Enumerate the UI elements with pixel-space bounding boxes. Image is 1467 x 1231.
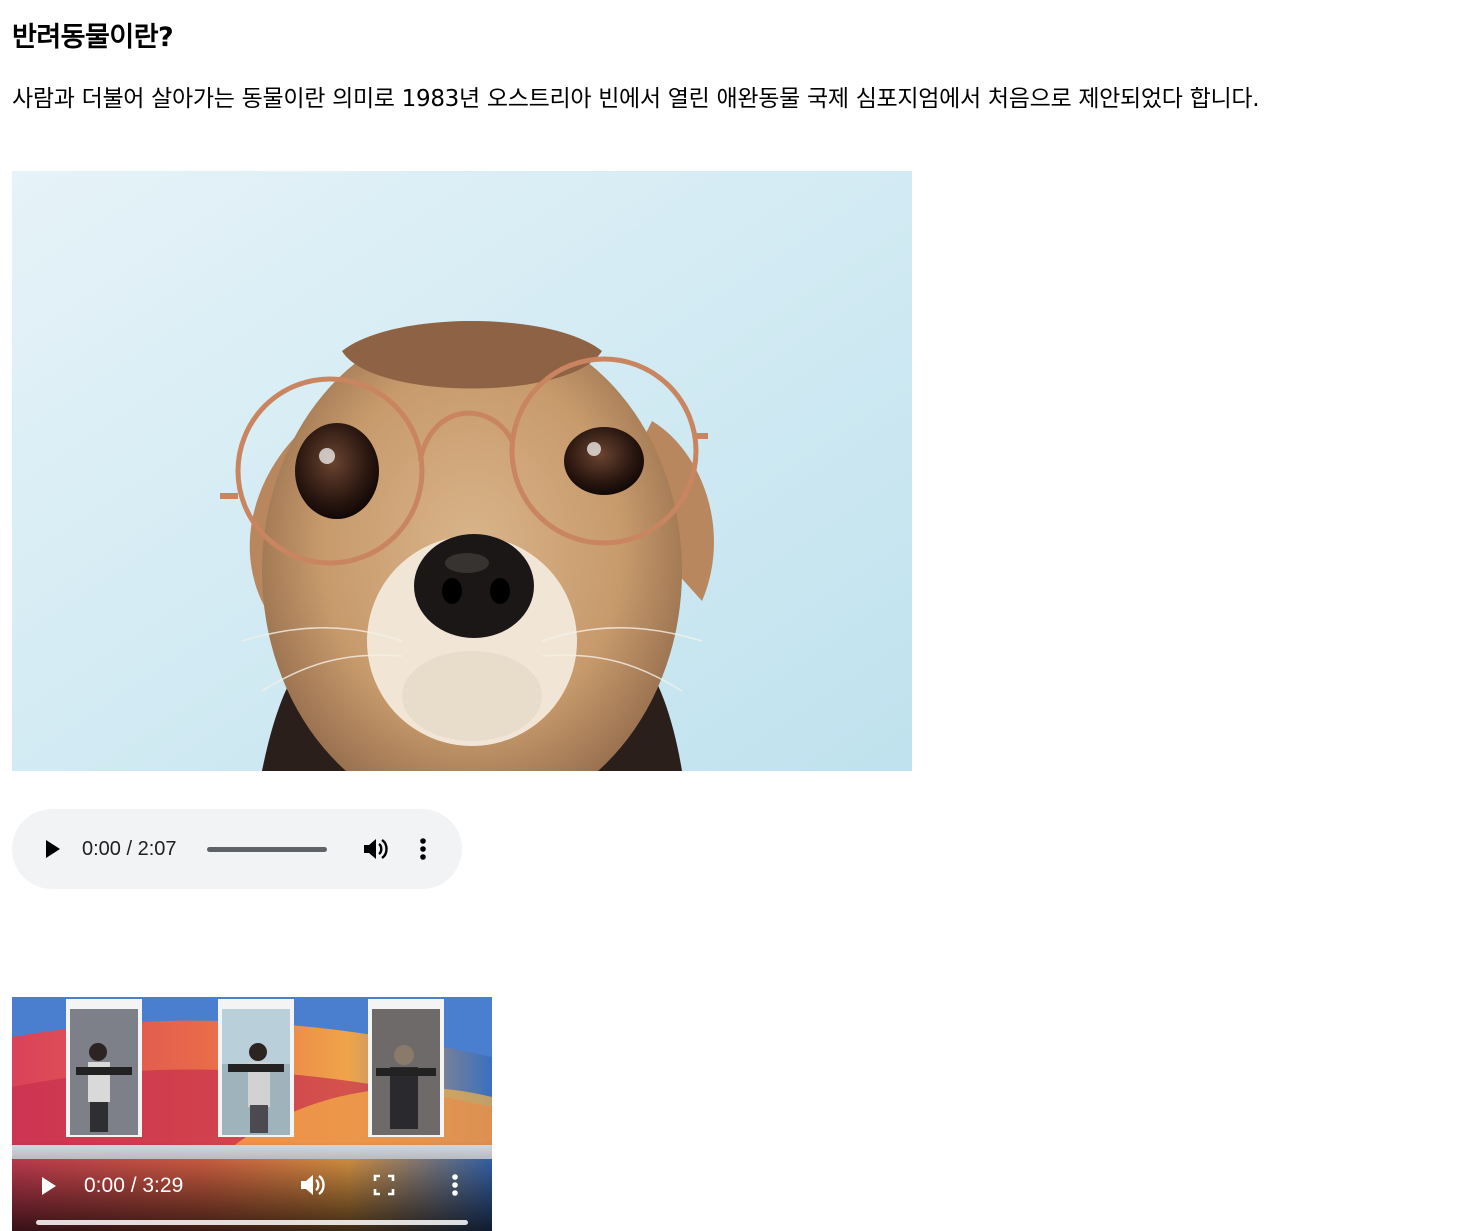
page-heading: 반려동물이란? [12,22,174,53]
description-text: 사람과 더불어 살아가는 동물이란 의미로 1983년 오스트리아 빈에서 열린… [12,86,1260,112]
dog-photo [12,171,912,771]
audio-time-display: 0:00 / 2:07 [82,838,177,860]
thumbnail-1 [66,999,142,1137]
video-time-display: 0:00 / 3:29 [84,1174,184,1197]
play-icon[interactable] [36,833,68,865]
audio-progress-bar[interactable] [207,847,327,852]
video-player[interactable]: 0:00 / 3:29 [12,997,492,1231]
volume-icon[interactable] [296,1169,328,1201]
thumbnail-2 [218,999,294,1137]
audio-player: 0:00 / 2:07 [12,809,462,889]
more-options-icon[interactable] [410,833,436,865]
video-progress-bar[interactable] [36,1220,468,1225]
volume-icon[interactable] [359,833,391,865]
thumbnail-3 [368,999,444,1137]
play-icon[interactable] [34,1171,64,1201]
more-options-icon[interactable] [444,1169,466,1201]
fullscreen-icon[interactable] [370,1171,398,1199]
